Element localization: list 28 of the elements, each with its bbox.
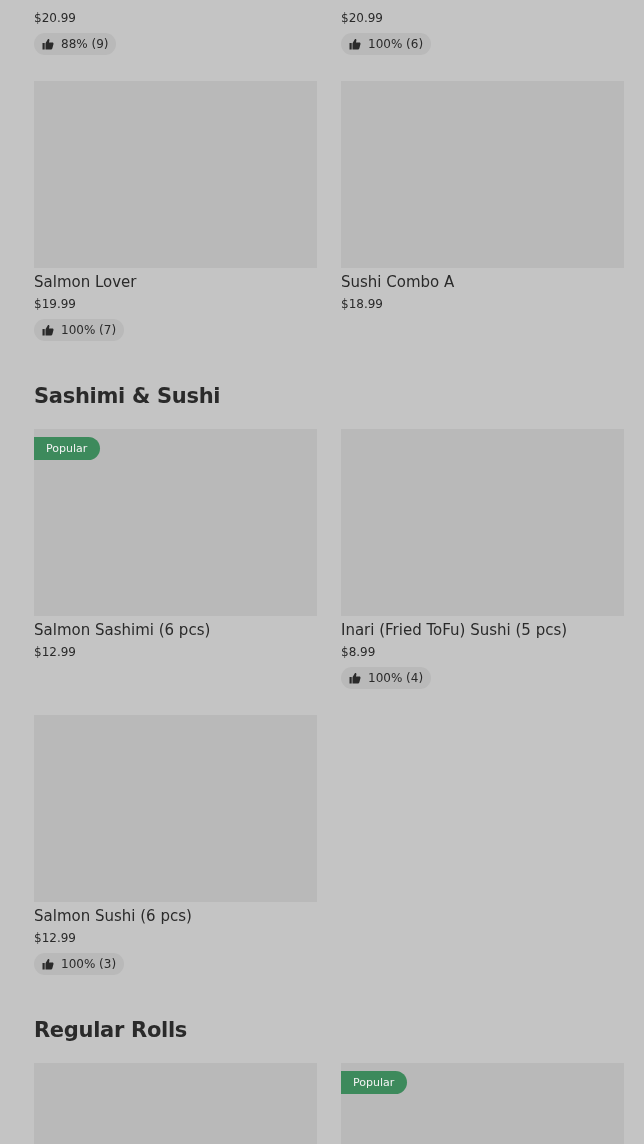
- thumbs-up-icon: [42, 958, 54, 970]
- section-heading: Sashimi & Sushi: [34, 383, 222, 410]
- rating-pill: 100% (7): [34, 319, 125, 341]
- item-name[interactable]: Inari (Fried ToFu) Sushi (5 pcs): [341, 619, 568, 641]
- thumbs-up-icon: [349, 38, 361, 50]
- thumbs-up-icon: [349, 672, 361, 684]
- rating-pill: 100% (4): [341, 667, 432, 689]
- image-placeholder[interactable]: Popular: [341, 1063, 624, 1144]
- item-name[interactable]: Salmon Lover: [34, 271, 137, 293]
- image-placeholder[interactable]: Popular: [34, 429, 317, 616]
- item-name[interactable]: Salmon Sashimi (6 pcs): [34, 619, 211, 641]
- item-price: $18.99: [341, 296, 383, 313]
- item-name[interactable]: Salmon Sushi (6 pcs): [34, 905, 192, 927]
- item-price: $8.99: [341, 644, 376, 661]
- item-price: $20.99: [341, 10, 383, 27]
- rating-pill: 100% (6): [341, 33, 432, 55]
- rating-pill: 88% (9): [34, 33, 117, 55]
- item-price: $19.99: [34, 296, 76, 313]
- thumbs-up-icon: [42, 324, 54, 336]
- item-price: $12.99: [34, 930, 76, 947]
- popular-badge: Popular: [34, 437, 101, 460]
- item-name[interactable]: Sushi Combo A: [341, 271, 455, 293]
- item-price: $12.99: [34, 644, 76, 661]
- thumbs-up-icon: [42, 38, 54, 50]
- popular-badge: Popular: [341, 1071, 408, 1094]
- section-heading: Regular Rolls: [34, 1017, 189, 1044]
- item-price: $20.99: [34, 10, 76, 27]
- rating-pill: 100% (3): [34, 953, 125, 975]
